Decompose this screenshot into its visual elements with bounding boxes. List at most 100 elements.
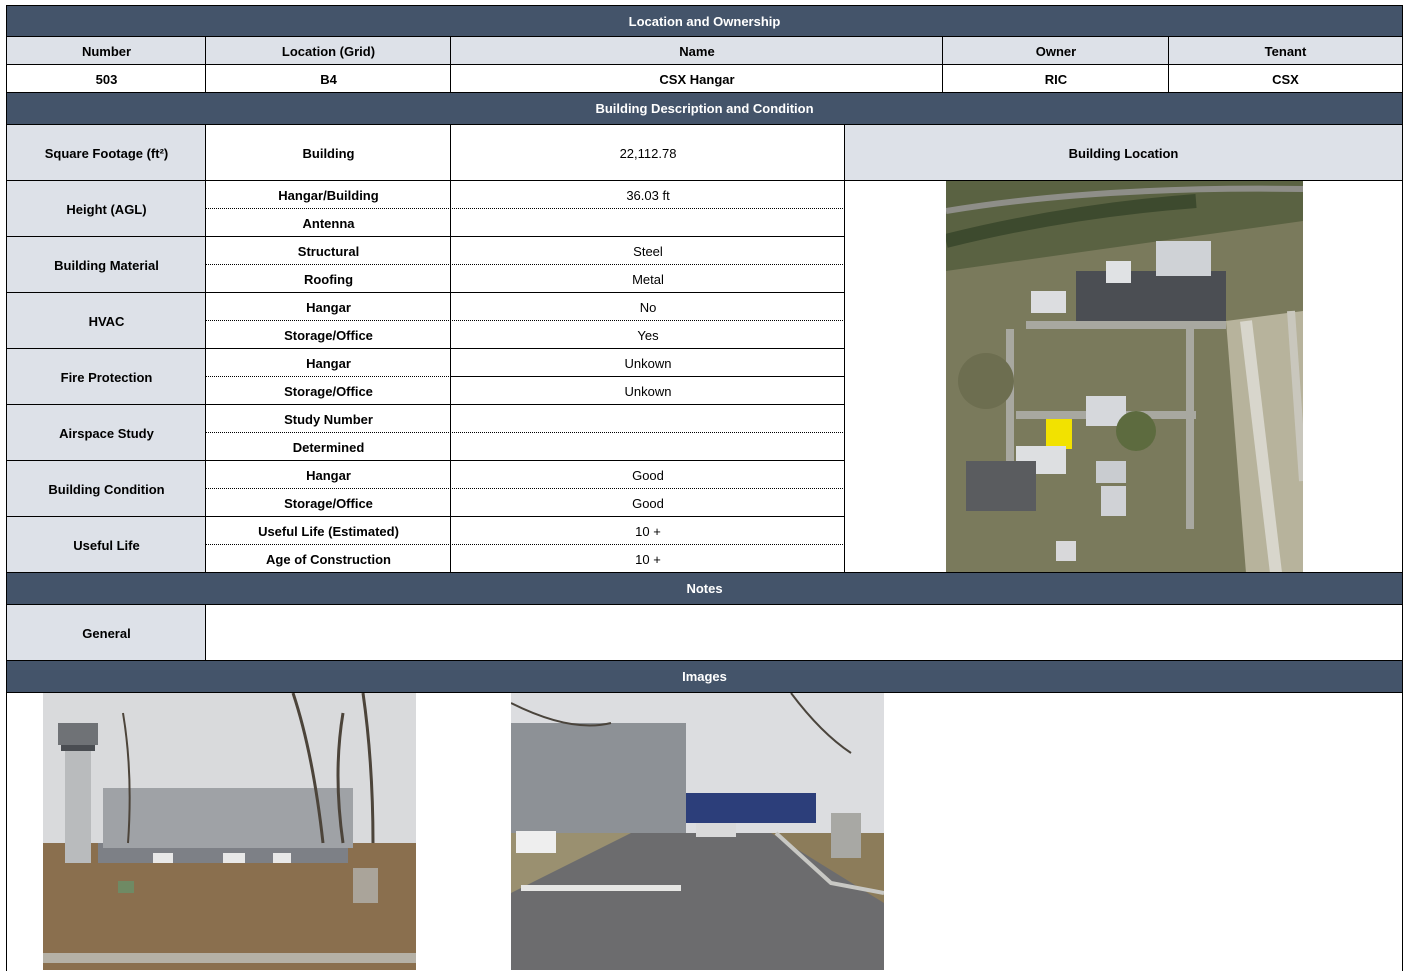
row-value: Yes xyxy=(451,321,845,349)
header-label: Owner xyxy=(1035,43,1077,59)
dotted-line xyxy=(206,320,845,321)
group-label-fire-protection: Fire Protection xyxy=(7,349,206,405)
sub-label: Study Number xyxy=(206,405,451,433)
sub-label: Roofing xyxy=(206,265,451,293)
row-value: Good xyxy=(451,461,845,489)
header-label: Number xyxy=(81,43,132,59)
header-label: Location (Grid) xyxy=(281,43,376,59)
row-label: General xyxy=(82,625,131,641)
group-label-building-condition: Building Condition xyxy=(7,461,206,517)
value-text: 36.03 ft xyxy=(626,187,670,203)
dotted-line xyxy=(206,488,845,489)
value-text: Metal xyxy=(632,271,664,287)
row-label: Fire Protection xyxy=(60,369,153,385)
row-value: 10 + xyxy=(451,517,845,545)
value-square-footage: 22,112.78 xyxy=(451,125,845,181)
row-label: Height (AGL) xyxy=(66,201,147,217)
sub-text: Hangar xyxy=(306,355,351,371)
header-location-grid: Location (Grid) xyxy=(206,37,451,65)
asset-sheet: Location and Ownership Number Location (… xyxy=(6,5,1403,971)
row-label: Airspace Study xyxy=(59,425,154,441)
value-text: Good xyxy=(632,467,664,483)
dotted-line xyxy=(206,544,845,545)
row-label: Building Material xyxy=(54,257,159,273)
grid-line xyxy=(7,404,845,405)
grid-line xyxy=(7,460,845,461)
group-label-airspace-study: Airspace Study xyxy=(7,405,206,461)
sub-label: Hangar xyxy=(206,293,451,321)
value-text: Unkown xyxy=(624,355,672,371)
sub-text: Hangar xyxy=(306,299,351,315)
cell-value: 22,112.78 xyxy=(619,145,677,161)
cell-value: 503 xyxy=(95,71,118,87)
grid-line xyxy=(450,37,451,93)
section-title: Location and Ownership xyxy=(628,13,781,29)
grid-line xyxy=(7,292,845,293)
row-label: Building Condition xyxy=(48,481,165,497)
header-name: Name xyxy=(451,37,943,65)
building-photo-2 xyxy=(511,693,884,970)
grid-line xyxy=(7,64,1402,65)
row-value: No xyxy=(451,293,845,321)
section-header-description: Building Description and Condition xyxy=(7,92,1402,125)
sub-label: Determined xyxy=(206,433,451,461)
sub-building: Building xyxy=(206,125,451,181)
row-label: Useful Life xyxy=(73,537,140,553)
sub-label: Storage/Office xyxy=(206,321,451,349)
row-label: Square Footage (ft²) xyxy=(44,145,169,161)
sub-label: Building xyxy=(302,145,355,161)
row-value xyxy=(451,405,845,433)
grid-line xyxy=(844,125,845,573)
header-tenant: Tenant xyxy=(1169,37,1402,65)
sub-text: Age of Construction xyxy=(266,551,391,567)
sub-text: Storage/Office xyxy=(284,495,373,511)
row-value xyxy=(451,433,845,461)
sub-label: Hangar/Building xyxy=(206,181,451,209)
group-label-useful-life: Useful Life xyxy=(7,517,206,573)
dotted-line xyxy=(206,376,451,377)
sub-label: Structural xyxy=(206,237,451,265)
group-label-height: Height (AGL) xyxy=(7,181,206,237)
sub-label: Age of Construction xyxy=(206,545,451,573)
sub-label: Hangar xyxy=(206,349,451,377)
section-title: Notes xyxy=(686,581,723,596)
sub-text: Storage/Office xyxy=(284,383,373,399)
value-text: 10 + xyxy=(635,523,661,539)
value-text: No xyxy=(639,299,657,315)
dotted-line xyxy=(206,432,845,433)
value-text: 10 + xyxy=(635,551,661,567)
cell-value: B4 xyxy=(320,71,337,87)
aerial-location-map xyxy=(946,181,1303,573)
sub-text: Hangar xyxy=(306,467,351,483)
header-owner: Owner xyxy=(943,37,1169,65)
header-label: Name xyxy=(679,43,715,59)
header-label: Tenant xyxy=(1264,43,1307,59)
sub-text: Study Number xyxy=(284,411,373,427)
grid-line xyxy=(450,125,451,573)
value-owner: RIC xyxy=(943,65,1169,93)
group-label-building-material: Building Material xyxy=(7,237,206,293)
value-text: Steel xyxy=(633,243,663,259)
value-location-grid: B4 xyxy=(206,65,451,93)
label-general-notes: General xyxy=(7,605,206,661)
sub-label: Storage/Office xyxy=(206,489,451,517)
label-building-location: Building Location xyxy=(845,125,1402,181)
value-text: Yes xyxy=(637,327,659,343)
row-label: HVAC xyxy=(88,313,125,329)
sub-label: Hangar xyxy=(206,461,451,489)
grid-line xyxy=(7,348,845,349)
value-text: Good xyxy=(632,495,664,511)
row-value xyxy=(451,209,845,237)
section-title: Building Description and Condition xyxy=(595,101,814,116)
row-value: Good xyxy=(451,489,845,517)
building-photo-1 xyxy=(43,693,416,970)
section-header-notes: Notes xyxy=(7,572,1402,605)
sub-label: Antenna xyxy=(206,209,451,237)
sub-text: Determined xyxy=(292,439,365,455)
grid-line xyxy=(205,37,206,93)
header-number: Number xyxy=(7,37,206,65)
cell-value: RIC xyxy=(1044,71,1068,87)
value-text: Unkown xyxy=(624,383,672,399)
sub-text: Hangar/Building xyxy=(278,187,379,203)
grid-line xyxy=(451,376,845,377)
